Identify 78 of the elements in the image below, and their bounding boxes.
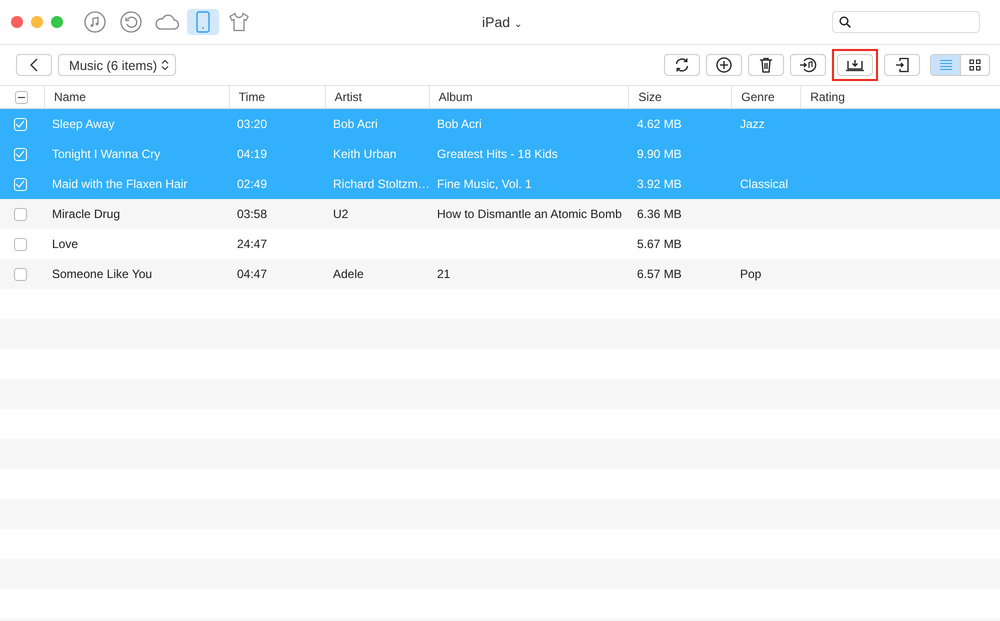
table-row[interactable]: Miracle Drug 03:58 U2 How to Dismantle an Atomic Bomb 6.36 MB <box>0 199 1000 229</box>
to-computer-button[interactable] <box>837 54 873 76</box>
table-cell: 04:19 <box>237 147 268 161</box>
table-cell: Sleep Away <box>52 117 114 131</box>
table-cell: How to Dismantle an Atomic Bomb <box>437 207 622 221</box>
checkmark-icon <box>15 180 25 188</box>
import-music-icon <box>799 57 817 73</box>
row-checkbox[interactable] <box>14 208 26 220</box>
refresh-button[interactable] <box>664 54 700 76</box>
device-tab[interactable] <box>187 9 219 35</box>
table-cell: Bob Acri <box>437 117 482 131</box>
restore-icon <box>120 11 142 33</box>
table-cell: U2 <box>333 207 348 221</box>
table-cell: Richard Stoltzm… <box>333 177 430 191</box>
search-field[interactable] <box>832 11 980 33</box>
table-cell: 04:47 <box>237 267 268 281</box>
shirt-icon <box>229 12 249 32</box>
trash-icon <box>759 57 773 73</box>
row-checkbox[interactable] <box>14 268 26 280</box>
table-cell: 4.62 MB <box>637 117 682 131</box>
updown-caret-icon <box>161 59 170 71</box>
table-row[interactable]: Love 24:47 5.67 MB <box>0 229 1000 259</box>
table-cell: 5.67 MB <box>637 237 682 251</box>
table-cell: Pop <box>740 267 762 281</box>
table-cell: Classical <box>740 177 788 191</box>
checkmark-icon <box>15 150 25 158</box>
close-button[interactable] <box>11 16 23 28</box>
grid-icon <box>969 59 981 71</box>
table-cell: 6.57 MB <box>637 267 682 281</box>
add-button[interactable] <box>706 54 742 76</box>
table-cell: 3.92 MB <box>637 177 682 191</box>
grid-view-button[interactable] <box>960 55 989 75</box>
table-cell: Miracle Drug <box>52 207 120 221</box>
table-cell: Maid with the Flaxen Hair <box>52 177 188 191</box>
table-cell: Bob Acri <box>333 117 378 131</box>
table-cell: Tonight I Wanna Cry <box>52 147 160 161</box>
table-cell: Jazz <box>740 117 765 131</box>
column-header[interactable]: Time <box>238 90 265 104</box>
add-icon <box>716 57 732 73</box>
column-header[interactable]: Genre <box>741 90 775 104</box>
table-cell: Love <box>52 237 78 251</box>
column-header[interactable]: Name <box>54 90 86 104</box>
back-icon <box>30 58 38 72</box>
delete-button[interactable] <box>748 54 784 76</box>
table-cell: 6.36 MB <box>637 207 682 221</box>
select-all-checkbox[interactable] <box>15 90 28 104</box>
checkmark-icon <box>15 120 25 128</box>
back-button[interactable] <box>16 54 52 76</box>
table-cell: 24:47 <box>237 237 268 251</box>
music-note-icon <box>84 11 106 33</box>
import-icon <box>895 57 909 73</box>
laptop-download-icon <box>845 58 865 72</box>
cloud-icon <box>154 13 180 31</box>
column-header[interactable]: Rating <box>810 90 845 104</box>
table-cell: 21 <box>437 267 450 281</box>
to-itunes-button[interactable] <box>790 54 826 76</box>
table-cell: Keith Urban <box>333 147 396 161</box>
to-device-button[interactable] <box>884 54 920 76</box>
zoom-button[interactable] <box>51 16 63 28</box>
table-row[interactable]: Someone Like You 04:47 Adele 21 6.57 MB Pop <box>0 259 1000 289</box>
table-cell: 9.90 MB <box>637 147 682 161</box>
column-header[interactable]: Artist <box>334 90 362 104</box>
column-header[interactable]: Size <box>638 90 662 104</box>
list-icon <box>938 59 952 71</box>
table-cell: Greatest Hits - 18 Kids <box>437 147 558 161</box>
refresh-icon <box>674 57 690 73</box>
category-dropdown[interactable]: Music (6 items) <box>58 54 176 76</box>
row-checkbox[interactable] <box>14 238 26 250</box>
search-icon <box>839 16 851 28</box>
table-cell: 03:20 <box>237 117 268 131</box>
column-header[interactable]: Album <box>438 90 473 104</box>
tablet-icon <box>196 11 210 33</box>
table-cell: Fine Music, Vol. 1 <box>437 177 532 191</box>
table-cell: 02:49 <box>237 177 268 191</box>
table-cell: Someone Like You <box>52 267 152 281</box>
table-cell: Adele <box>333 267 364 281</box>
table-cell: 03:58 <box>237 207 268 221</box>
device-menu[interactable]: iPad ⌄ <box>482 14 522 30</box>
